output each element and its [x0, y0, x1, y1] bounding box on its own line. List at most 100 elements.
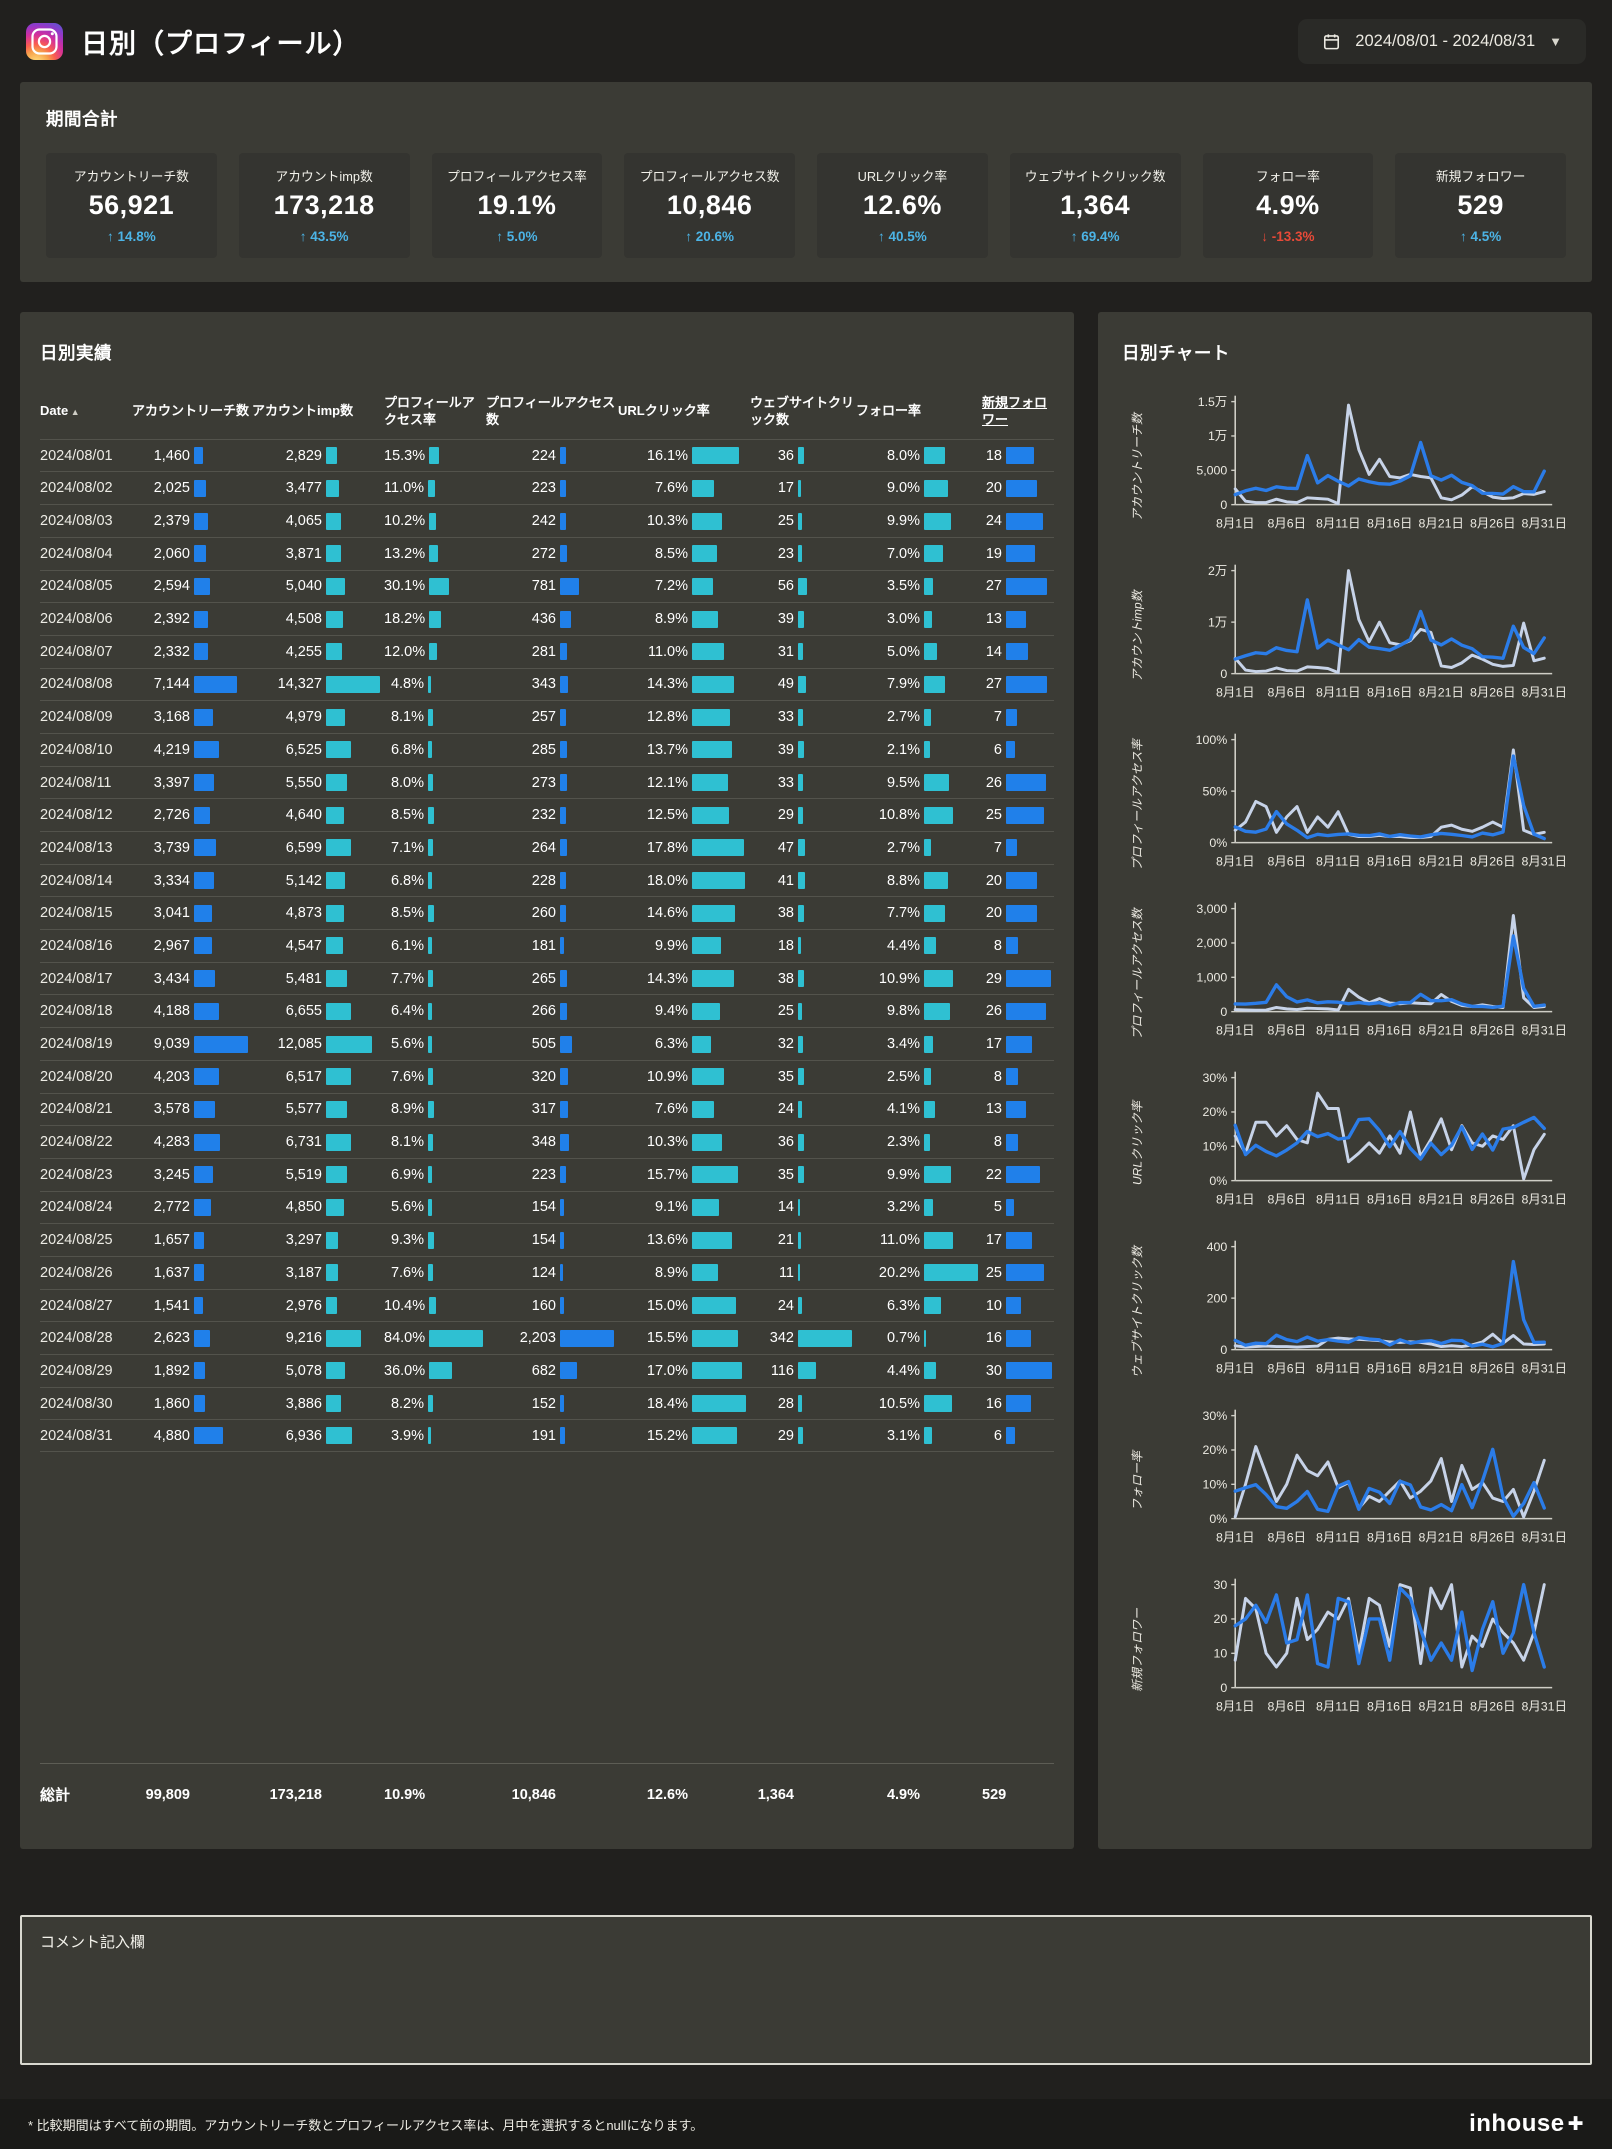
cell-bar-track	[194, 447, 250, 464]
cell-value: 5,519	[252, 1167, 326, 1183]
column-header[interactable]: プロフィールアクセス数	[486, 395, 616, 429]
cell-bar	[429, 447, 439, 464]
cell-bar-track	[326, 1166, 382, 1183]
cell-bar	[924, 1003, 950, 1020]
cell-bar	[560, 1232, 564, 1249]
svg-text:8月1日: 8月1日	[1216, 1023, 1255, 1037]
column-header[interactable]: フォロー率	[856, 403, 980, 420]
cell-bar-track	[194, 480, 250, 497]
kpi-delta: ↑ 4.5%	[1460, 229, 1501, 244]
column-header[interactable]: 新規フォロワー	[982, 395, 1054, 429]
svg-text:0%: 0%	[1209, 1512, 1227, 1526]
cell-bar-track	[194, 1264, 250, 1281]
metric-cell: 1,460	[132, 440, 250, 472]
cell-bar-track	[798, 1036, 854, 1053]
cell-bar-track	[429, 1362, 485, 1379]
metric-cell: 4.1%	[856, 1094, 980, 1126]
cell-bar	[428, 1101, 434, 1118]
column-header[interactable]: アカウントimp数	[252, 403, 382, 420]
cell-bar-track	[326, 709, 382, 726]
cell-value: 20	[982, 480, 1006, 496]
table-row: 2024/08/062,3924,50818.2%4368.9%393.0%13	[40, 602, 1054, 635]
cell-bar	[924, 937, 936, 954]
cell-bar	[692, 1199, 719, 1216]
kpi-delta: ↑ 69.4%	[1071, 229, 1120, 244]
column-header-date[interactable]: Date ▲	[40, 403, 130, 420]
cell-value: 32	[750, 1036, 798, 1052]
cell-bar-track	[428, 1427, 484, 1444]
cell-value: 2,392	[132, 611, 194, 627]
cell-value: 14	[982, 644, 1006, 660]
cell-bar	[798, 709, 803, 726]
cell-bar	[1006, 807, 1044, 824]
metric-cell: 3.4%	[856, 1028, 980, 1060]
cell-bar-track	[1006, 839, 1054, 856]
metric-cell: 25	[982, 799, 1054, 831]
metric-cell: 2,976	[252, 1290, 382, 1322]
column-header[interactable]: ウェブサイトクリック数	[750, 395, 854, 429]
metric-cell: 7.2%	[618, 571, 748, 603]
date-range-picker[interactable]: 2024/08/01 - 2024/08/31 ▼	[1298, 19, 1586, 64]
kpi-value: 10,846	[630, 190, 789, 221]
cell-bar-track	[924, 545, 980, 562]
cell-value: 9.9%	[618, 938, 692, 954]
cell-bar-track	[326, 872, 382, 889]
cell-value: 17	[750, 480, 798, 496]
total-metric-cell: 10,846	[486, 1764, 616, 1825]
metric-cell: 9.4%	[618, 995, 748, 1027]
metric-cell: 3.0%	[856, 603, 980, 635]
metric-cell: 6.3%	[856, 1290, 980, 1322]
cell-bar	[429, 643, 437, 660]
section-title-daily-charts: 日別チャート	[1122, 340, 1572, 365]
date-cell: 2024/08/24	[40, 1192, 130, 1224]
cell-bar-track	[798, 578, 854, 595]
metric-cell: 1,860	[132, 1388, 250, 1420]
cell-bar-track	[326, 1264, 382, 1281]
kpi-delta: ↑ 5.0%	[496, 229, 537, 244]
metric-cell: 8.0%	[856, 440, 980, 472]
svg-text:8月16日: 8月16日	[1367, 516, 1412, 530]
cell-value: 38	[750, 905, 798, 921]
cell-bar-track	[326, 1199, 382, 1216]
cell-value: 9,216	[252, 1330, 326, 1346]
table-row: 2024/08/314,8806,9363.9%19115.2%293.1%6	[40, 1419, 1054, 1452]
date-cell: 2024/08/10	[40, 734, 130, 766]
svg-text:8月16日: 8月16日	[1367, 854, 1412, 868]
cell-value: 272	[486, 546, 560, 562]
column-header[interactable]: プロフィールアクセス率	[384, 395, 484, 429]
cell-value: 2,623	[132, 1330, 194, 1346]
kpi-label: アカウントリーチ数	[52, 166, 211, 185]
cell-value: 1,541	[132, 1298, 194, 1314]
column-header[interactable]: アカウントリーチ数	[132, 403, 250, 420]
cell-bar	[560, 578, 579, 595]
cell-bar-track	[692, 839, 748, 856]
metric-cell: 3,245	[132, 1159, 250, 1191]
table-row: 2024/08/133,7396,5997.1%26417.8%472.7%7	[40, 831, 1054, 864]
cell-value: 273	[486, 775, 560, 791]
cell-bar	[798, 1395, 802, 1412]
svg-text:0%: 0%	[1209, 836, 1227, 850]
cell-value: 47	[750, 840, 798, 856]
cell-bar-track	[560, 807, 616, 824]
cell-value: 13	[982, 1101, 1006, 1117]
svg-text:30%: 30%	[1203, 1409, 1228, 1423]
cell-bar-track	[692, 480, 748, 497]
svg-text:8月26日: 8月26日	[1470, 1361, 1515, 1375]
cell-bar-track	[798, 1101, 854, 1118]
cell-bar-track	[798, 513, 854, 530]
svg-text:0: 0	[1220, 498, 1227, 512]
cell-bar	[326, 480, 339, 497]
metric-cell: 9.5%	[856, 767, 980, 799]
cell-bar	[798, 676, 806, 693]
daily-table-panel: 日別実績 Date ▲アカウントリーチ数アカウントimp数プロフィールアクセス率…	[20, 312, 1074, 1849]
cell-value: 12,085	[252, 1036, 326, 1052]
cell-bar	[1006, 513, 1043, 530]
column-header[interactable]: URLクリック率	[618, 403, 748, 420]
comment-box[interactable]: コメント記入欄	[20, 1915, 1592, 2065]
cell-bar	[326, 1362, 345, 1379]
metric-cell: 265	[486, 963, 616, 995]
cell-bar	[560, 937, 564, 954]
cell-value: 2,060	[132, 546, 194, 562]
metric-cell: 19	[982, 538, 1054, 570]
table-row: 2024/08/233,2455,5196.9%22315.7%359.9%22	[40, 1158, 1054, 1191]
